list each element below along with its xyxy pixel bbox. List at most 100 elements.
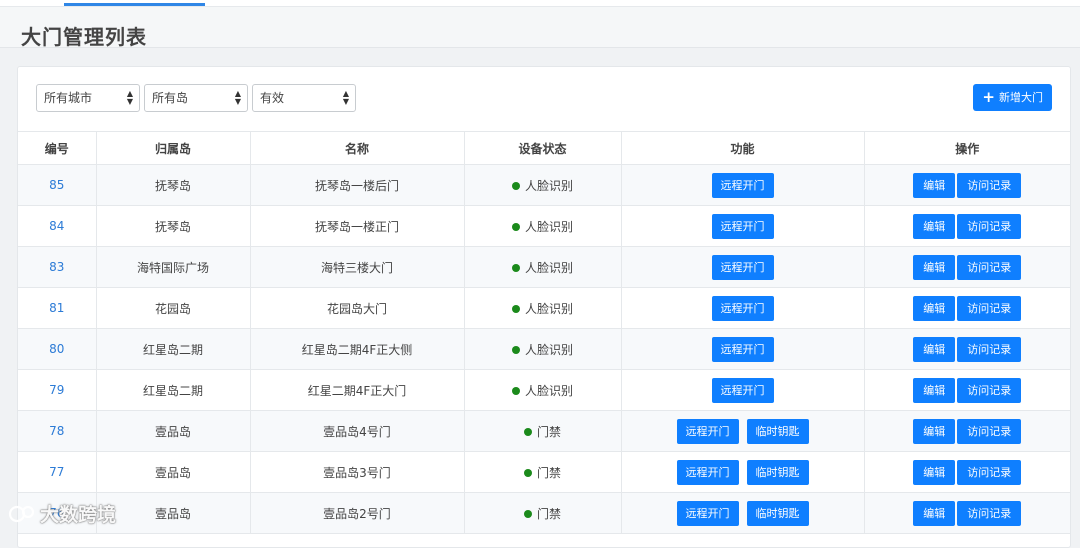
cell-functions: 远程开门 — [620, 287, 865, 329]
gate-table: 编号 归属岛 名称 设备状态 功能 操作 85 抚琴岛 抚琴岛一楼后门 人脸识别 远程开… — [18, 131, 1070, 534]
edit-button[interactable]: 编辑 — [913, 213, 956, 239]
cell-island: 壹品岛 — [95, 492, 251, 534]
temp-key-button[interactable]: 临时钥匙 — [746, 459, 809, 485]
cell-id: 81 — [18, 287, 97, 329]
cell-name: 抚琴岛一楼后门 — [249, 164, 465, 206]
remote-open-button[interactable]: 远程开门 — [711, 336, 774, 362]
cell-actions: 编辑 访问记录 — [863, 492, 1070, 534]
filter-bar: 所有城市 ▲ ▼ 所有岛 ▲ ▼ 有效 ▲ ▼ — [36, 84, 356, 112]
cell-actions: 编辑 访问记录 — [863, 369, 1070, 411]
cell-id: 84 — [18, 205, 97, 247]
remote-open-button[interactable]: 远程开门 — [676, 418, 739, 444]
status-dot-icon — [511, 345, 520, 354]
status-label: 人脸识别 — [524, 178, 573, 193]
status-dot-icon — [523, 427, 532, 436]
select-arrows-icon: ▲ ▼ — [126, 89, 133, 106]
cell-island: 花园岛 — [95, 287, 251, 329]
cell-status: 人脸识别 — [463, 246, 622, 288]
table-row: 81 花园岛 花园岛大门 人脸识别 远程开门 编辑 访问记录 — [18, 287, 1070, 329]
edit-button[interactable]: 编辑 — [913, 295, 956, 321]
edit-button[interactable]: 编辑 — [913, 459, 956, 485]
cell-actions: 编辑 访问记录 — [863, 451, 1070, 493]
cell-functions: 远程开门 — [620, 328, 865, 370]
table-row: 84 抚琴岛 抚琴岛一楼正门 人脸识别 远程开门 编辑 访问记录 — [18, 205, 1070, 247]
cell-functions: 远程开门 — [620, 369, 865, 411]
status-dot-icon — [511, 222, 520, 231]
remote-open-button[interactable]: 远程开门 — [711, 172, 774, 198]
cell-status: 人脸识别 — [463, 369, 622, 411]
add-gate-button[interactable]: + 新增大门 — [973, 84, 1052, 111]
cell-status: 门禁 — [463, 451, 622, 493]
cell-actions: 编辑 访问记录 — [863, 246, 1070, 288]
remote-open-button[interactable]: 远程开门 — [676, 459, 739, 485]
access-log-button[interactable]: 访问记录 — [957, 295, 1022, 321]
status-dot-icon — [511, 386, 520, 395]
status-label: 人脸识别 — [524, 301, 573, 316]
table-row: 79 红星岛二期 红星二期4F正大门 人脸识别 远程开门 编辑 访问记录 — [18, 369, 1070, 411]
table-header-row: 编号 归属岛 名称 设备状态 功能 操作 — [18, 131, 1070, 165]
remote-open-button[interactable]: 远程开门 — [711, 254, 774, 280]
plus-icon: + — [982, 88, 995, 106]
cell-functions: 远程开门 临时钥匙 — [620, 492, 865, 534]
col-header-function: 功能 — [620, 131, 865, 165]
cell-functions: 远程开门 — [620, 205, 865, 247]
access-log-button[interactable]: 访问记录 — [957, 336, 1022, 362]
edit-button[interactable]: 编辑 — [913, 336, 956, 362]
cell-name: 抚琴岛一楼正门 — [249, 205, 465, 247]
validity-select[interactable]: 有效 ▲ ▼ — [252, 84, 356, 112]
access-log-button[interactable]: 访问记录 — [957, 213, 1022, 239]
city-select[interactable]: 所有城市 ▲ ▼ — [36, 84, 140, 112]
cell-status: 人脸识别 — [463, 287, 622, 329]
access-log-button[interactable]: 访问记录 — [957, 418, 1022, 444]
cell-functions: 远程开门 — [620, 164, 865, 206]
cell-name: 壹品岛3号门 — [249, 451, 465, 493]
cell-actions: 编辑 访问记录 — [863, 164, 1070, 206]
remote-open-button[interactable]: 远程开门 — [711, 213, 774, 239]
table-row: 76 壹品岛 壹品岛2号门 门禁 远程开门 临时钥匙 编辑 访问记录 — [18, 492, 1070, 534]
cell-id: 78 — [18, 410, 97, 452]
edit-button[interactable]: 编辑 — [913, 172, 956, 198]
remote-open-button[interactable]: 远程开门 — [676, 500, 739, 526]
col-header-id: 编号 — [18, 131, 97, 165]
cell-functions: 远程开门 — [620, 246, 865, 288]
validity-select-value: 有效 — [260, 91, 285, 105]
remote-open-button[interactable]: 远程开门 — [711, 377, 774, 403]
select-arrows-icon: ▲ ▼ — [342, 89, 349, 106]
cell-actions: 编辑 访问记录 — [863, 328, 1070, 370]
access-log-button[interactable]: 访问记录 — [957, 377, 1022, 403]
cell-name: 花园岛大门 — [249, 287, 465, 329]
temp-key-button[interactable]: 临时钥匙 — [746, 500, 809, 526]
cell-status: 门禁 — [463, 410, 622, 452]
cell-name: 红星岛二期4F正大侧 — [249, 328, 465, 370]
cell-status: 人脸识别 — [463, 328, 622, 370]
cell-name: 壹品岛4号门 — [249, 410, 465, 452]
active-tab-indicator — [64, 3, 205, 6]
edit-button[interactable]: 编辑 — [913, 254, 956, 280]
status-dot-icon — [511, 181, 520, 190]
col-header-island: 归属岛 — [95, 131, 251, 165]
temp-key-button[interactable]: 临时钥匙 — [746, 418, 809, 444]
cell-status: 人脸识别 — [463, 205, 622, 247]
island-select-value: 所有岛 — [152, 91, 189, 105]
access-log-button[interactable]: 访问记录 — [957, 459, 1022, 485]
cell-status: 人脸识别 — [463, 164, 622, 206]
edit-button[interactable]: 编辑 — [913, 500, 956, 526]
access-log-button[interactable]: 访问记录 — [957, 254, 1022, 280]
access-log-button[interactable]: 访问记录 — [957, 172, 1022, 198]
remote-open-button[interactable]: 远程开门 — [711, 295, 774, 321]
status-label: 人脸识别 — [524, 219, 573, 234]
table-row: 78 壹品岛 壹品岛4号门 门禁 远程开门 临时钥匙 编辑 访问记录 — [18, 410, 1070, 452]
add-gate-label: 新增大门 — [999, 91, 1043, 104]
page-title: 大门管理列表 — [21, 25, 147, 49]
col-header-status: 设备状态 — [463, 131, 622, 165]
cell-functions: 远程开门 临时钥匙 — [620, 451, 865, 493]
edit-button[interactable]: 编辑 — [913, 418, 956, 444]
island-select[interactable]: 所有岛 ▲ ▼ — [144, 84, 248, 112]
col-header-actions: 操作 — [863, 131, 1070, 165]
access-log-button[interactable]: 访问记录 — [957, 500, 1022, 526]
edit-button[interactable]: 编辑 — [913, 377, 956, 403]
cell-id: 85 — [18, 164, 97, 206]
watermark-text: 大数跨境 — [40, 504, 117, 526]
cell-id: 83 — [18, 246, 97, 288]
watermark-logo-icon — [8, 505, 35, 522]
